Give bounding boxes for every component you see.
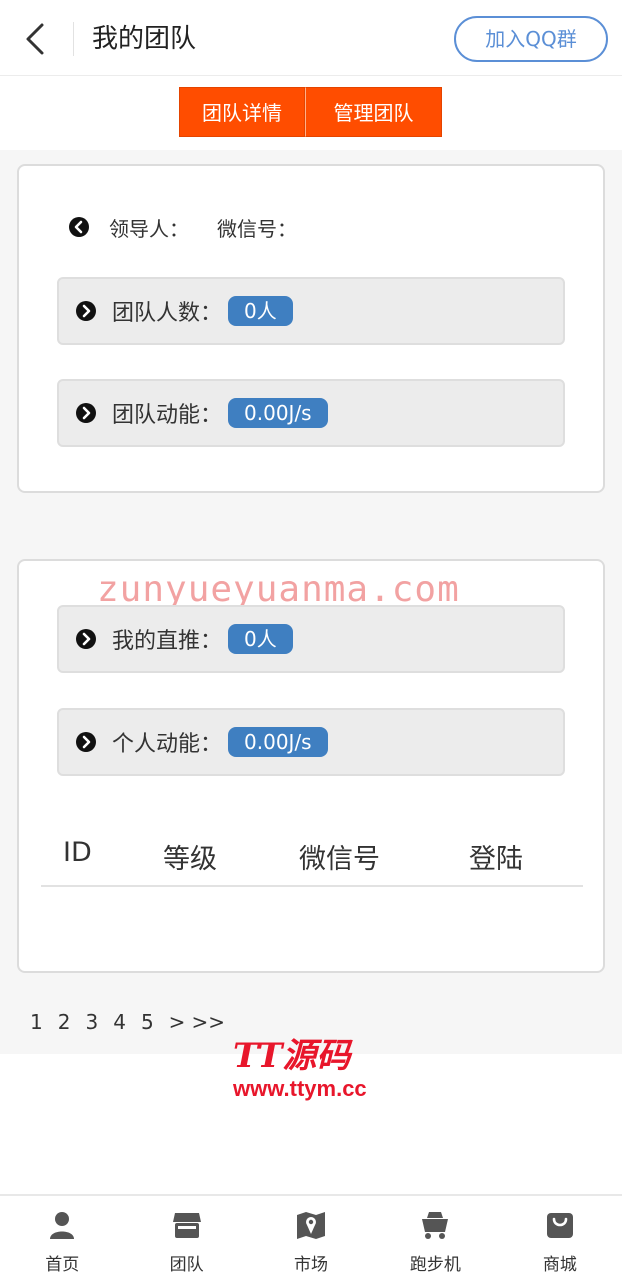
chevron-right-circle-icon — [76, 732, 96, 752]
tabbar-label: 商城 — [542, 1255, 577, 1275]
team-size-badge: 0人 — [228, 296, 293, 326]
column-header-level: 等级 — [163, 844, 217, 875]
next-page-link[interactable]: > — [169, 1010, 186, 1034]
tabbar-item-market[interactable]: 市场 — [249, 1196, 373, 1280]
bottom-tab-bar: 首页 团队 市场 跑步机 商城 — [0, 1194, 622, 1280]
bag-icon — [546, 1213, 573, 1238]
page-link[interactable]: 5 — [141, 1010, 154, 1034]
column-header-id: ID — [63, 837, 92, 868]
brand-watermark: TT源码 www.ttym.cc — [233, 1036, 367, 1102]
pagination: 1 2 3 4 5 > >> — [30, 1010, 231, 1034]
tabbar-label: 首页 — [45, 1255, 80, 1275]
tab-bar: 团队详情 管理团队 — [179, 87, 442, 137]
personal-power-badge: 0.00J/s — [228, 727, 328, 757]
cart-icon — [422, 1212, 449, 1239]
brand-logo-text: TT源码 — [233, 1036, 351, 1076]
chevron-left-circle-icon — [69, 217, 89, 237]
brand-url: www.ttym.cc — [233, 1076, 367, 1101]
personal-power-row: 个人动能： 0.00J/s — [57, 708, 565, 776]
member-table-header: ID 等级 微信号 登陆 — [41, 819, 583, 887]
last-page-link[interactable]: >> — [191, 1010, 225, 1034]
map-icon — [297, 1212, 326, 1239]
header-bar: 我的团队 加入QQ群 — [0, 0, 622, 76]
tabbar-label: 跑步机 — [409, 1255, 461, 1275]
page-title: 我的团队 — [92, 24, 197, 54]
tab-team-details[interactable]: 团队详情 — [179, 87, 305, 137]
tabbar-item-team[interactable]: 团队 — [124, 1196, 248, 1280]
chevron-right-circle-icon — [76, 301, 96, 321]
tab-manage-team[interactable]: 管理团队 — [305, 87, 442, 137]
direct-referrals-badge: 0人 — [228, 624, 293, 654]
team-size-row: 团队人数： 0人 — [57, 277, 565, 345]
tabbar-item-treadmill[interactable]: 跑步机 — [373, 1196, 497, 1280]
leader-label: 领导人： — [109, 216, 189, 241]
direct-referrals-row: 我的直推： 0人 — [57, 605, 565, 673]
chevron-right-circle-icon — [76, 629, 96, 649]
direct-referrals-label: 我的直推： — [112, 629, 223, 654]
tabbar-label: 团队 — [169, 1255, 204, 1275]
tabbar-label: 市场 — [294, 1255, 329, 1275]
header-divider — [73, 22, 74, 56]
tabbar-item-mall[interactable]: 商城 — [498, 1196, 622, 1280]
column-header-login: 登陆 — [469, 844, 523, 875]
chevron-right-circle-icon — [76, 403, 96, 423]
team-power-badge: 0.00J/s — [228, 398, 328, 428]
leader-row: 领导人： 微信号： — [69, 212, 297, 242]
team-size-label: 团队人数： — [112, 301, 223, 326]
page-link[interactable]: 4 — [113, 1010, 126, 1034]
page-link[interactable]: 3 — [85, 1010, 98, 1034]
user-icon — [50, 1212, 75, 1239]
team-info-card: 领导人： 微信号： 团队人数： 0人 团队动能： 0.00J/s — [17, 164, 605, 493]
watermark-text: zunyueyuanma.com — [97, 569, 460, 610]
column-header-wechat: 微信号 — [299, 844, 380, 875]
personal-info-card: zunyueyuanma.com 我的直推： 0人 个人动能： 0.00J/s … — [17, 559, 605, 973]
join-qq-group-button[interactable]: 加入QQ群 — [454, 16, 608, 62]
back-arrow-icon[interactable] — [22, 22, 52, 56]
team-power-label: 团队动能： — [112, 403, 223, 428]
team-power-row: 团队动能： 0.00J/s — [57, 379, 565, 447]
personal-power-label: 个人动能： — [112, 732, 223, 757]
shop-icon — [172, 1213, 201, 1238]
wechat-label: 微信号： — [217, 216, 297, 241]
page-link[interactable]: 1 — [30, 1010, 43, 1034]
tabbar-item-home[interactable]: 首页 — [0, 1196, 124, 1280]
page-link[interactable]: 2 — [58, 1010, 71, 1034]
